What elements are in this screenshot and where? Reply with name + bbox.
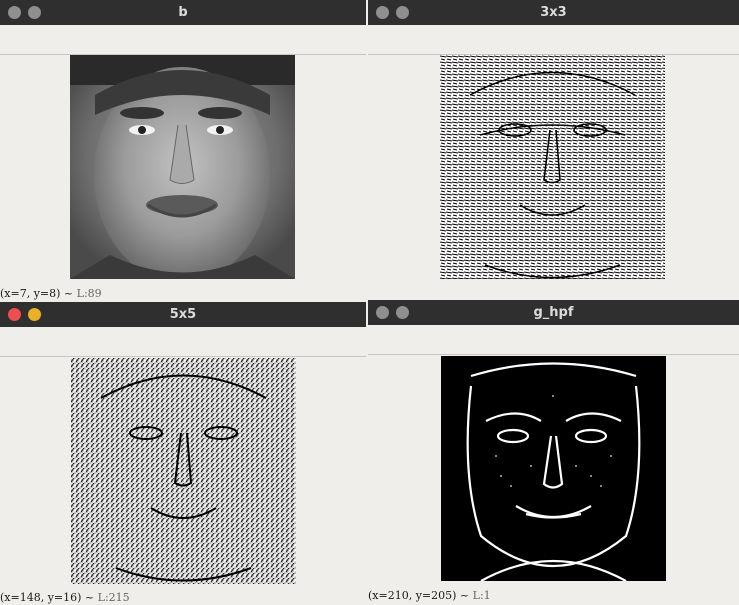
window-5x5: 5x5 (x=148, y=16) ~ L:215 [0,302,366,605]
title-bar[interactable]: b [0,0,366,25]
title-bar[interactable]: g_hpf [368,300,739,325]
status-coords: (x=7, y=8) ~ [0,287,74,300]
toolbar-divider [368,354,739,355]
status-bar: (x=210, y=205) ~ L:1 [368,589,491,602]
window-3x3: 3x3 [368,0,739,300]
5x5-filter-result-image[interactable] [71,358,296,584]
window-title: 5x5 [169,307,197,322]
status-bar: (x=148, y=16) ~ L:215 [0,591,130,604]
grayscale-face-image[interactable] [70,55,295,279]
status-luma: L:215 [97,591,130,604]
title-bar[interactable]: 5x5 [0,302,366,327]
window-title: g_hpf [533,305,574,320]
window-g-hpf: g_hpf (x=210, y=205) ~ L:1 [368,300,739,605]
status-luma: L:1 [472,589,491,602]
status-coords: (x=148, y=16) ~ [0,591,95,604]
status-luma: L:89 [76,287,102,300]
toolbar-divider [0,356,366,357]
status-bar: (x=7, y=8) ~ L:89 [0,287,102,300]
3x3-filter-result-image[interactable] [440,55,665,279]
window-b: b (x=7, y=8) ~ L:89 [0,0,366,300]
status-coords: (x=210, y=205) ~ [368,589,470,602]
g-hpf-filter-result-image[interactable] [441,356,666,581]
title-bar[interactable]: 3x3 [368,0,739,25]
window-title: 3x3 [540,5,567,20]
window-title: b [178,5,188,20]
